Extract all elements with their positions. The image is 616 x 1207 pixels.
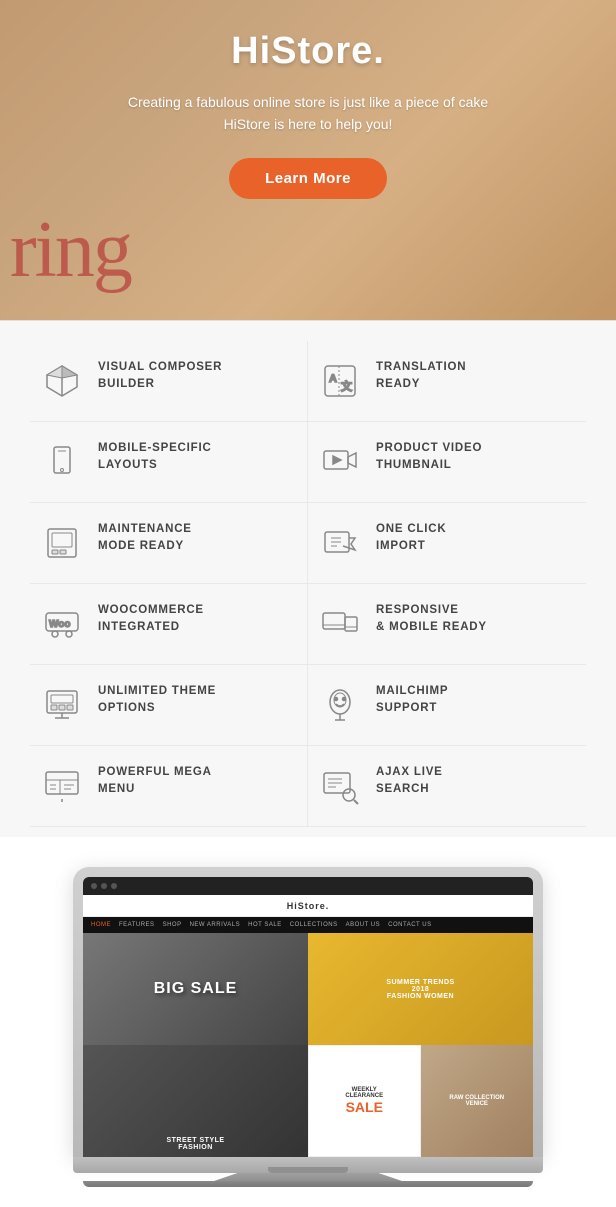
feature-item-responsive: RESPONSIVE& MOBILE READY [308, 584, 586, 665]
street-style-text: STREET STYLEFASHION [166, 1137, 224, 1151]
feature-item-ajax-search: AJAX LIVESEARCH [308, 746, 586, 827]
feature-label-import: ONE CLICKIMPORT [376, 521, 446, 556]
screen-header [83, 877, 533, 895]
big-sale-text: BIG SALE [154, 980, 238, 998]
screen-raw: RAW COLLECTIONVENICE [421, 1045, 534, 1157]
laptop-screen: HiStore. HOME FEATURES SHOP NEW ARRIVALS… [83, 877, 533, 1157]
laptop-base [73, 1157, 543, 1173]
feature-label-responsive: RESPONSIVE& MOBILE READY [376, 602, 487, 637]
nav-home: HOME [91, 922, 111, 928]
nav-about: ABOUT US [346, 922, 381, 928]
feature-label-mobile: MOBILE-SPECIFICLAYOUTS [98, 440, 212, 475]
features-grid: VISUAL COMPOSERBUILDER A文 TRANSLATIONREA… [30, 341, 586, 827]
screen-left-top: BIG SALE [83, 933, 308, 1045]
raw-collection-text: RAW COLLECTIONVENICE [449, 1095, 504, 1107]
translate-icon: A文 [318, 359, 362, 403]
feature-item-translation: A文 TRANSLATIONREADY [308, 341, 586, 422]
svg-text:文: 文 [341, 379, 353, 393]
screen-dot-1 [91, 883, 97, 889]
hero-subtitle-line2: HiStore is here to help you! [224, 116, 393, 132]
screen-dot-3 [111, 883, 117, 889]
feature-label-woo: WOOCOMMERCEINTEGRATED [98, 602, 204, 637]
feature-item-video: PRODUCT VIDEOTHUMBNAIL [308, 422, 586, 503]
screen-left: BIG SALE STREET STYLEFASHION [83, 933, 308, 1157]
screen-dot-2 [101, 883, 107, 889]
sale-text: SALE [346, 1099, 383, 1115]
laptop-outer: HiStore. HOME FEATURES SHOP NEW ARRIVALS… [73, 867, 543, 1157]
search-icon [318, 764, 362, 808]
maintenance-icon [40, 521, 84, 565]
nav-new-arrivals: NEW ARRIVALS [190, 922, 241, 928]
features-section: VISUAL COMPOSERBUILDER A文 TRANSLATIONREA… [0, 320, 616, 837]
mailchimp-icon [318, 683, 362, 727]
screen-brand: HiStore. [83, 895, 533, 917]
hero-section: ring HiStore. Creating a fabulous online… [0, 0, 616, 320]
laptop-stand [73, 1173, 543, 1181]
svg-text:A: A [329, 373, 337, 385]
feature-label-mailchimp: MAILCHIMPSUPPORT [376, 683, 448, 718]
nav-shop: SHOP [163, 922, 182, 928]
feature-label-ajax-search: AJAX LIVESEARCH [376, 764, 443, 799]
theme-icon [40, 683, 84, 727]
screen-summer: SUMMER TRENDS2018FASHION WOMEN [308, 933, 533, 1045]
feature-label-theme: UNLIMITED THEMEOPTIONS [98, 683, 216, 718]
screen-nav-bar: HOME FEATURES SHOP NEW ARRIVALS HOT SALE… [83, 917, 533, 933]
nav-features: FEATURES [119, 922, 155, 928]
menu-icon [40, 764, 84, 808]
nav-contact: CONTACT US [388, 922, 431, 928]
laptop-foot [83, 1181, 533, 1187]
feature-item-woocommerce: Woo WOOCOMMERCEINTEGRATED [30, 584, 308, 665]
feature-item-import: ONE CLICKIMPORT [308, 503, 586, 584]
mobile-icon [40, 440, 84, 484]
screen-weekly: WEEKLYCLEARANCE SALE [308, 1045, 421, 1157]
screen-left-bottom: STREET STYLEFASHION [83, 1045, 308, 1157]
hero-subtitle-line1: Creating a fabulous online store is just… [128, 94, 488, 110]
woo-icon: Woo [40, 602, 84, 646]
learn-more-button[interactable]: Learn More [229, 158, 387, 199]
big-sale-block: BIG SALE [154, 980, 238, 998]
feature-item-maintenance: MAINTENANCEMODE READY [30, 503, 308, 584]
weekly-clearance-text: WEEKLYCLEARANCE [345, 1087, 383, 1099]
feature-label-mega-menu: POWERFUL MEGAMENU [98, 764, 212, 799]
feature-label-visual-composer: VISUAL COMPOSERBUILDER [98, 359, 222, 394]
feature-label-video: PRODUCT VIDEOTHUMBNAIL [376, 440, 482, 475]
nav-collections: COLLECTIONS [290, 922, 338, 928]
video-icon [318, 440, 362, 484]
screen-content: BIG SALE STREET STYLEFASHION SUMMER TREN… [83, 933, 533, 1157]
feature-item-theme: UNLIMITED THEMEOPTIONS [30, 665, 308, 746]
feature-label-maintenance: MAINTENANCEMODE READY [98, 521, 192, 556]
hero-subtitle: Creating a fabulous online store is just… [0, 91, 616, 136]
import-icon [318, 521, 362, 565]
feature-item-mailchimp: MAILCHIMPSUPPORT [308, 665, 586, 746]
feature-item-visual-composer: VISUAL COMPOSERBUILDER [30, 341, 308, 422]
screen-inner: HiStore. HOME FEATURES SHOP NEW ARRIVALS… [83, 877, 533, 1157]
summer-trends-text: SUMMER TRENDS2018FASHION WOMEN [386, 979, 454, 1000]
responsive-icon [318, 602, 362, 646]
cube-icon [40, 359, 84, 403]
laptop-section: HiStore. HOME FEATURES SHOP NEW ARRIVALS… [0, 837, 616, 1207]
nav-hot-sale: HOT SALE [248, 922, 282, 928]
screen-right: SUMMER TRENDS2018FASHION WOMEN WEEKLYCLE… [308, 933, 533, 1157]
svg-text:Woo: Woo [49, 619, 70, 630]
hero-title: HiStore. [0, 30, 616, 73]
feature-label-translation: TRANSLATIONREADY [376, 359, 466, 394]
feature-item-mobile: MOBILE-SPECIFICLAYOUTS [30, 422, 308, 503]
feature-item-mega-menu: POWERFUL MEGAMENU [30, 746, 308, 827]
hero-content: HiStore. Creating a fabulous online stor… [0, 30, 616, 199]
laptop-wrapper: HiStore. HOME FEATURES SHOP NEW ARRIVALS… [73, 867, 543, 1187]
